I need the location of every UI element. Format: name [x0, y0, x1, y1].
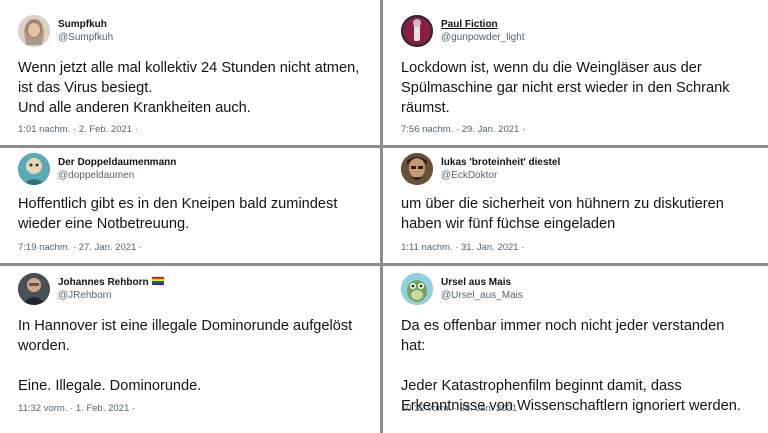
rainbow-flag-icon [151, 277, 164, 285]
user-handle[interactable]: @doppeldaumen [58, 169, 176, 182]
tweet-card[interactable]: Sumpfkuh @Sumpfkuh Wenn jetzt alle mal k… [0, 0, 380, 145]
display-name[interactable]: Paul Fiction [441, 18, 525, 31]
avatar[interactable] [401, 273, 433, 305]
avatar[interactable] [18, 15, 50, 47]
avatar-image-icon [18, 273, 50, 305]
user-handle[interactable]: @Ursel_aus_Mais [441, 289, 523, 302]
tweet-text: um über die sicherheit von hühnern zu di… [401, 196, 724, 232]
tweet-timestamp[interactable]: 1:11 nachm. · 31. Jan. 2021 · [401, 242, 524, 254]
horizontal-divider [383, 263, 768, 266]
tweet-card[interactable]: Der Doppeldaumenmann @doppeldaumen Hoffe… [0, 148, 380, 263]
user-handle[interactable]: @gunpowder_light [441, 31, 525, 44]
horizontal-divider [383, 145, 768, 148]
tweet-timestamp[interactable]: 11:32 vorm. · 1. Feb. 2021 · [18, 403, 135, 415]
user-handle[interactable]: @EckDoktor [441, 169, 560, 182]
horizontal-divider [0, 145, 380, 148]
tweet-text: Hoffentlich gibt es in den Kneipen bald … [18, 196, 338, 232]
display-name[interactable]: Der Doppeldaumenmann [58, 156, 176, 169]
user-handle[interactable]: @JRehborn [58, 289, 164, 302]
tweet-header: Der Doppeldaumenmann @doppeldaumen [18, 152, 176, 186]
avatar-image-icon [401, 15, 433, 47]
tweet-header: Sumpfkuh @Sumpfkuh [18, 14, 113, 48]
tweet-header: lukas 'broteinheit' diestel @EckDoktor [401, 152, 560, 186]
tweet-card[interactable]: Ursel aus Mais @Ursel_aus_Mais Da es off… [383, 266, 768, 433]
tweet-card[interactable]: Johannes Rehborn @JRehborn In Hannover i… [0, 266, 380, 433]
tweet-text: Da es offenbar immer noch nicht jeder ve… [401, 318, 741, 414]
avatar[interactable] [18, 153, 50, 185]
display-name[interactable]: Johannes Rehborn [58, 276, 164, 289]
avatar-image-icon [18, 153, 50, 185]
horizontal-divider [0, 263, 380, 266]
tweet-collage: Sumpfkuh @Sumpfkuh Wenn jetzt alle mal k… [0, 0, 768, 433]
tweet-text: In Hannover ist eine illegale Dominorund… [18, 318, 353, 394]
display-name[interactable]: Ursel aus Mais [441, 276, 523, 289]
avatar-image-icon [401, 153, 433, 185]
tweet-text: Lockdown ist, wenn du die Weingläser aus… [401, 60, 730, 116]
avatar[interactable] [18, 273, 50, 305]
tweet-header: Paul Fiction @gunpowder_light [401, 14, 525, 48]
tweet-text: Wenn jetzt alle mal kollektiv 24 Stunden… [18, 60, 360, 116]
vertical-divider [380, 0, 383, 433]
tweet-timestamp[interactable]: 7:19 nachm. · 27. Jan. 2021 · [18, 242, 142, 254]
tweet-header: Johannes Rehborn @JRehborn [18, 272, 164, 306]
tweet-timestamp[interactable]: 10:32 vorm. · 28. Jan. 2021 · [401, 403, 523, 415]
tweet-card[interactable]: Paul Fiction @gunpowder_light Lockdown i… [383, 0, 768, 145]
display-name[interactable]: lukas 'broteinheit' diestel [441, 156, 560, 169]
display-name-text: Johannes Rehborn [58, 277, 149, 288]
user-handle[interactable]: @Sumpfkuh [58, 31, 113, 44]
avatar[interactable] [401, 153, 433, 185]
avatar[interactable] [401, 15, 433, 47]
tweet-header: Ursel aus Mais @Ursel_aus_Mais [401, 272, 523, 306]
tweet-timestamp[interactable]: 1:01 nachm. · 2. Feb. 2021 · [18, 124, 138, 136]
avatar-image-icon [18, 15, 50, 47]
tweet-card[interactable]: lukas 'broteinheit' diestel @EckDoktor u… [383, 148, 768, 263]
display-name[interactable]: Sumpfkuh [58, 18, 113, 31]
tweet-timestamp[interactable]: 7:56 nachm. · 29. Jan. 2021 · [401, 124, 525, 136]
avatar-image-icon [401, 273, 433, 305]
